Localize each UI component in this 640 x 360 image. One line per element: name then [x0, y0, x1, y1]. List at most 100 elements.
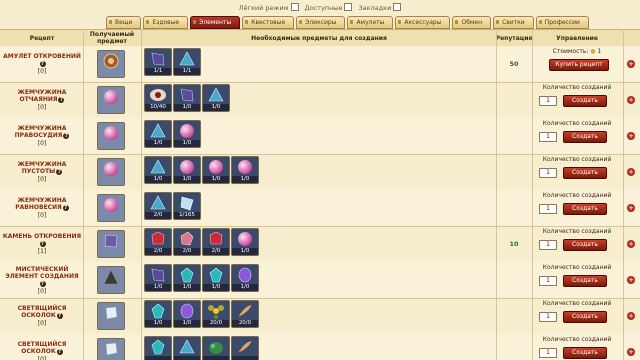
quantity-input[interactable]: 1 [539, 132, 557, 142]
help-icon[interactable]: ? [39, 61, 46, 67]
result-item[interactable] [97, 122, 125, 150]
recipe-name[interactable]: КАМЕНЬ ОТКРОВЕНИЯ? [2, 233, 82, 247]
help-icon[interactable]: ? [63, 133, 70, 139]
required-item[interactable]: 10/40 [144, 84, 172, 112]
required-item[interactable]: 1/0 [173, 120, 201, 148]
checkbox[interactable] [344, 2, 353, 11]
tab-7[interactable]: Обмен [452, 16, 492, 29]
required-item[interactable]: 2/0 [144, 228, 172, 256]
quantity-input[interactable]: 1 [539, 312, 557, 322]
recipe-name[interactable]: СВЕТЯЩИЙСЯ ОСКОЛОК? [2, 305, 82, 319]
quantity-input[interactable]: 1 [539, 96, 557, 106]
required-item[interactable]: 1/1 [144, 48, 172, 76]
recipe-name[interactable]: ЖЕМЧУЖИНА ПУСТОТЫ? [2, 161, 82, 175]
required-item[interactable]: 2/0 [202, 228, 230, 256]
help-icon[interactable]: ? [56, 169, 63, 175]
recipe-name[interactable]: МИСТИЧЕСКИЙ ЭЛЕМЕНТ СОЗДАНИЯ? [2, 266, 82, 287]
recipe-name[interactable]: СВЕТЯЩИЙСЯ ОСКОЛОК? [2, 341, 82, 355]
bookmark-add-icon[interactable]: + [627, 204, 635, 212]
tab-6[interactable]: Аксессуары [395, 16, 451, 29]
result-item[interactable] [97, 338, 125, 360]
required-item[interactable]: 2/0 [144, 192, 172, 220]
tab-0[interactable]: Вещи [106, 16, 142, 29]
required-item[interactable]: 1/0 [173, 156, 201, 184]
create-button[interactable]: Создать [563, 203, 607, 215]
result-item[interactable] [97, 50, 125, 78]
required-item[interactable]: 1/0 [144, 120, 172, 148]
required-item[interactable]: 1/0 [144, 264, 172, 292]
create-button[interactable]: Создать [563, 275, 607, 287]
result-item[interactable] [97, 266, 125, 294]
checkbox[interactable] [290, 2, 299, 11]
bookmark-add-icon[interactable]: + [627, 60, 635, 68]
required-item[interactable]: 1/0 [144, 300, 172, 328]
tab-4[interactable]: Эликсиры [296, 16, 346, 29]
tab-8[interactable]: Свитки [493, 16, 534, 29]
filter-bookmarks[interactable]: Закладки [358, 2, 402, 12]
result-item[interactable] [97, 302, 125, 330]
quantity-input[interactable]: 1 [539, 240, 557, 250]
bookmark-add-icon[interactable]: + [627, 132, 635, 140]
result-item[interactable] [97, 158, 125, 186]
help-icon[interactable]: ? [56, 349, 63, 355]
tab-1[interactable]: Ездовые [143, 16, 189, 29]
required-item[interactable]: 1/0 [173, 264, 201, 292]
help-icon[interactable]: ? [39, 280, 46, 287]
required-item[interactable]: 20/0 [202, 300, 230, 328]
required-item[interactable]: 1/0 [202, 84, 230, 112]
create-button[interactable]: Создать [563, 239, 607, 251]
bookmark-add-icon[interactable]: + [627, 348, 635, 356]
required-item[interactable] [144, 336, 172, 360]
create-button[interactable]: Создать [563, 347, 607, 359]
create-button[interactable]: Создать [563, 95, 607, 107]
item-count [232, 356, 258, 360]
filter-easy-mode[interactable]: Лёгкий режим [239, 2, 299, 12]
required-item[interactable] [202, 336, 230, 360]
bookmark-add-icon[interactable]: + [627, 312, 635, 320]
required-item[interactable]: 1/0 [231, 228, 259, 256]
tab-3[interactable]: Квестовые [242, 16, 295, 29]
create-button[interactable]: Создать [563, 311, 607, 323]
required-item[interactable]: 20/0 [231, 300, 259, 328]
quantity-input[interactable]: 1 [539, 204, 557, 214]
quantity-input[interactable]: 1 [539, 168, 557, 178]
recipe-name[interactable]: ЖЕМЧУЖИНА ПРАВОСУДИЯ? [2, 125, 82, 139]
bookmark-add-icon[interactable]: + [627, 96, 635, 104]
bookmark-add-icon[interactable]: + [627, 240, 635, 248]
required-item[interactable]: 1/0 [173, 300, 201, 328]
required-item[interactable]: 1/0 [202, 264, 230, 292]
result-item[interactable] [97, 230, 125, 258]
required-item[interactable]: 1/1 [173, 48, 201, 76]
filter-bar: Лёгкий режим Доступные Закладки [0, 0, 640, 14]
tab-9[interactable]: Профессии [535, 16, 589, 29]
required-item[interactable]: 1/0 [231, 264, 259, 292]
result-item[interactable] [97, 86, 125, 114]
required-item[interactable]: 1/0 [202, 156, 230, 184]
recipe-name[interactable]: АМУЛЕТ ОТКРОВЕНИЙ? [2, 53, 82, 67]
required-item[interactable]: 1/0 [231, 156, 259, 184]
create-button[interactable]: Создать [563, 131, 607, 143]
help-icon[interactable]: ? [58, 97, 65, 103]
help-icon[interactable]: ? [56, 313, 63, 319]
required-item[interactable]: 1/165 [173, 192, 201, 220]
checkbox[interactable] [393, 2, 402, 11]
quantity-input[interactable]: 1 [539, 348, 557, 358]
filter-available[interactable]: Доступные [305, 2, 353, 12]
help-icon[interactable]: ? [39, 241, 46, 247]
required-item[interactable]: 1/0 [173, 84, 201, 112]
recipe-name[interactable]: ЖЕМЧУЖИНА РАВНОВЕСИЯ? [2, 197, 82, 211]
required-item[interactable] [231, 336, 259, 360]
required-item[interactable]: 1/0 [144, 156, 172, 184]
bookmark-add-icon[interactable]: + [627, 168, 635, 176]
required-item[interactable] [173, 336, 201, 360]
result-item[interactable] [97, 194, 125, 222]
tab-2[interactable]: Элементы [190, 16, 241, 29]
bookmark-add-icon[interactable]: + [627, 276, 635, 284]
tab-5[interactable]: Амулеты [347, 16, 394, 29]
help-icon[interactable]: ? [62, 205, 69, 211]
create-button[interactable]: Создать [563, 167, 607, 179]
quantity-input[interactable]: 1 [539, 276, 557, 286]
buy-recipe-button[interactable]: Купить рецепт [549, 59, 609, 71]
recipe-name[interactable]: ЖЕМЧУЖИНА ОТЧАЯНИЯ? [2, 89, 82, 103]
required-item[interactable]: 2/0 [173, 228, 201, 256]
